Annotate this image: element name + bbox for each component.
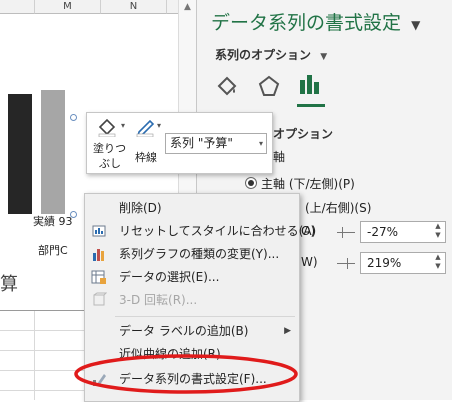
scroll-up-icon[interactable]: ▲ (184, 2, 191, 12)
pentagon-icon (258, 75, 280, 96)
paint-bucket-icon (98, 118, 116, 137)
chart-type-icon (91, 246, 107, 262)
series-options-tab[interactable] (297, 72, 325, 107)
gap-width-label: W) (301, 255, 318, 269)
column-header-prev[interactable] (0, 0, 35, 14)
fill-label-line2: ぶし (99, 157, 121, 170)
chart-bar-actual[interactable] (8, 94, 32, 214)
chevron-down-icon[interactable]: ▾ (157, 121, 161, 130)
gap-width-spinner[interactable]: 219% ▲ ▼ (360, 252, 446, 274)
bar-chart-icon (300, 75, 319, 94)
series-select-value: 系列 "予算" (170, 136, 233, 150)
select-data-icon (91, 269, 107, 285)
gap-width-slider-thumb[interactable] (347, 258, 348, 269)
menu-item-select-data[interactable]: データの選択(E)... (85, 266, 299, 288)
pane-options-dropdown-icon[interactable]: ▼ (411, 18, 420, 32)
reset-style-icon (91, 223, 107, 239)
menu-item-label: 削除(D) (119, 201, 162, 215)
menu-item-change-chart-type[interactable]: 系列グラフの種類の変更(Y)... (85, 243, 299, 265)
primary-axis-label: 主軸 (下/左側)(P) (261, 177, 355, 191)
overlap-slider-thumb[interactable] (342, 227, 343, 238)
spin-arrows-icon[interactable]: ▲ ▼ (433, 253, 443, 273)
overlap-value: -27% (367, 225, 399, 239)
rotation-3d-icon (91, 292, 108, 308)
overlap-spinner[interactable]: -27% ▲ ▼ (360, 221, 446, 243)
menu-item-reset-style[interactable]: リセットしてスタイルに合わせる(A) (85, 220, 316, 242)
series-select[interactable]: 系列 "予算" ▾ (165, 133, 267, 154)
gap-width-slider[interactable] (337, 263, 355, 264)
outline-label: 枠線 (135, 151, 157, 164)
chart-bar-budget[interactable] (41, 90, 65, 214)
menu-item-label: データの選択(E)... (119, 270, 220, 284)
fill-label-line1: 塗りつ (93, 142, 127, 155)
grid-line (34, 311, 35, 400)
menu-item-label: 3-D 回転(R)... (119, 293, 198, 307)
highlight-ellipse (74, 354, 298, 394)
gap-width-value: 219% (367, 256, 402, 270)
data-label: 実績 93 (33, 215, 73, 228)
column-header-n[interactable]: N (101, 0, 167, 14)
overlap-slider[interactable] (337, 232, 355, 233)
chart-title-fragment: 算 (0, 274, 18, 295)
chevron-down-icon[interactable]: ▾ (121, 121, 125, 130)
menu-item-3d-rotation: 3-D 回転(R)... (85, 289, 299, 311)
column-header-m[interactable]: M (35, 0, 101, 14)
chevron-down-icon[interactable]: ▼ (320, 52, 327, 62)
fill-button[interactable]: ▾ 塗りつ ぶし (93, 117, 129, 170)
section-header: オプション (273, 127, 334, 141)
chevron-down-icon[interactable]: ▾ (259, 134, 263, 153)
axis-group-label: 軸 (273, 150, 286, 164)
menu-separator (115, 316, 295, 317)
series-options-dropdown[interactable]: 系列のオプション ▼ (215, 46, 327, 63)
effects-tab[interactable] (257, 74, 285, 102)
pane-subtitle: 系列のオプション (215, 48, 312, 62)
mini-toolbar: ▾ 塗りつ ぶし ▾ 枠線 系列 "予算" ▾ (86, 112, 273, 174)
submenu-arrow-icon: ▶ (284, 326, 291, 336)
primary-axis-radio[interactable] (245, 177, 257, 189)
category-axis-label: 部門C (38, 244, 68, 257)
selection-handle[interactable] (70, 114, 77, 121)
secondary-axis-label: (上/右側)(S) (305, 201, 372, 215)
pen-icon (136, 119, 155, 137)
delete-icon (91, 200, 107, 216)
menu-item-add-data-labels[interactable]: データ ラベルの追加(B) ▶ (85, 320, 299, 342)
menu-item-label: データ ラベルの追加(B) (119, 324, 249, 338)
spin-arrows-icon[interactable]: ▲ ▼ (433, 222, 443, 242)
fill-line-tab[interactable] (215, 74, 243, 102)
paint-bucket-icon (217, 76, 237, 96)
menu-item-label: リセットしてスタイルに合わせる(A) (119, 224, 317, 238)
pane-title: データ系列の書式設定 (211, 12, 402, 34)
menu-item-delete[interactable]: 削除(D) (85, 197, 299, 219)
menu-item-label: 系列グラフの種類の変更(Y)... (119, 247, 280, 261)
outline-button[interactable]: ▾ 枠線 (133, 117, 163, 169)
